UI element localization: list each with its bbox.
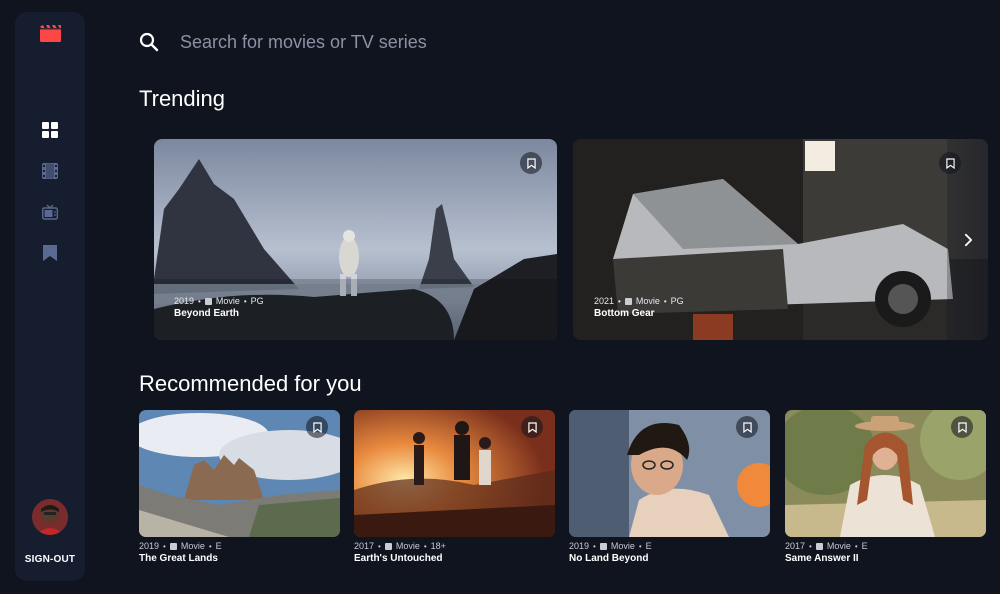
movie-category-icon [169,542,177,550]
meta-separator: • [593,541,596,551]
meta-separator: • [243,296,247,306]
card-year: 2017 [354,541,375,551]
sidebar: SIGN-OUT [15,12,85,581]
card-year: 2021 [594,296,615,306]
meta-separator: • [163,541,166,551]
app-logo-icon[interactable] [40,25,61,42]
bookmark-button[interactable] [306,416,328,438]
trending-card-bottom-gear[interactable]: 2021 • Movie • PG Bottom Gear [573,139,988,340]
bookmark-button[interactable] [520,152,542,174]
bookmark-outline-icon [742,421,752,433]
recommended-card-same-answer-ii[interactable] [785,410,986,537]
card-title: No Land Beyond [569,553,649,564]
recommended-card-no-land-beyond[interactable] [569,410,770,537]
bookmark-icon [43,245,57,261]
card-category: Movie [610,541,635,551]
card-rating: E [861,541,868,551]
avatar[interactable] [32,499,68,535]
card-category: Movie [826,541,851,551]
meta-separator: • [423,541,427,551]
nav-tv-series[interactable] [40,202,60,222]
card-year: 2017 [785,541,806,551]
movie-category-icon [815,542,823,550]
nav-home[interactable] [40,120,60,140]
bookmark-outline-icon [312,421,322,433]
card-rating: E [645,541,652,551]
trending-card-beyond-earth[interactable]: 2019 • Movie • PG Beyond Earth [154,139,557,340]
meta-separator: • [378,541,381,551]
chevron-right-icon [964,233,972,246]
card-meta: 2017 • Movie • 18+ [354,541,446,551]
bookmark-outline-icon [527,421,537,433]
movie-category-icon [204,297,212,305]
recommended-heading: Recommended for you [139,371,362,396]
bookmark-button[interactable] [521,416,543,438]
search-input[interactable] [180,28,880,56]
bookmark-outline-icon [957,421,967,433]
tv-series-icon [42,204,58,220]
meta-separator: • [809,541,812,551]
nav-bookmarks[interactable] [40,243,60,263]
movie-category-icon [599,542,607,550]
meta-separator: • [618,296,621,306]
card-meta: 2019 • Movie • E [569,541,652,551]
home-grid-icon [42,122,58,138]
recommended-card-the-great-lands[interactable] [139,410,340,537]
bookmark-outline-icon [526,157,536,169]
card-title: The Great Lands [139,553,218,564]
bookmark-button[interactable] [736,416,758,438]
card-rating: PG [670,296,684,306]
carousel-next-button[interactable] [948,139,988,340]
card-title: Beyond Earth [174,308,240,319]
user-avatar-image [32,499,68,535]
meta-separator: • [663,296,667,306]
card-meta: 2019 • Movie • E [139,541,222,551]
card-title: Earth's Untouched [354,553,443,564]
movies-film-icon [42,163,58,179]
meta-separator: • [198,296,201,306]
meta-separator: • [208,541,212,551]
bookmark-button[interactable] [951,416,973,438]
sign-out-button[interactable]: SIGN-OUT [15,554,85,565]
card-category: Movie [215,296,240,306]
search-icon [139,32,159,52]
card-year: 2019 [139,541,160,551]
movie-category-icon [384,542,392,550]
card-category: Movie [180,541,205,551]
meta-separator: • [638,541,642,551]
movie-category-icon [624,297,632,305]
meta-separator: • [854,541,858,551]
card-year: 2019 [569,541,590,551]
card-year: 2019 [174,296,195,306]
recommended-card-earths-untouched[interactable] [354,410,555,537]
trending-heading: Trending [139,86,226,111]
card-meta: 2017 • Movie • E [785,541,868,551]
card-meta: 2021 • Movie • PG [594,296,684,306]
card-category: Movie [395,541,420,551]
card-category: Movie [635,296,660,306]
card-title: Same Answer II [785,553,859,564]
card-rating: PG [250,296,264,306]
card-rating: 18+ [430,541,446,551]
nav-movies[interactable] [40,161,60,181]
card-rating: E [215,541,222,551]
card-meta: 2019 • Movie • PG [174,296,264,306]
card-title: Bottom Gear [594,308,655,319]
